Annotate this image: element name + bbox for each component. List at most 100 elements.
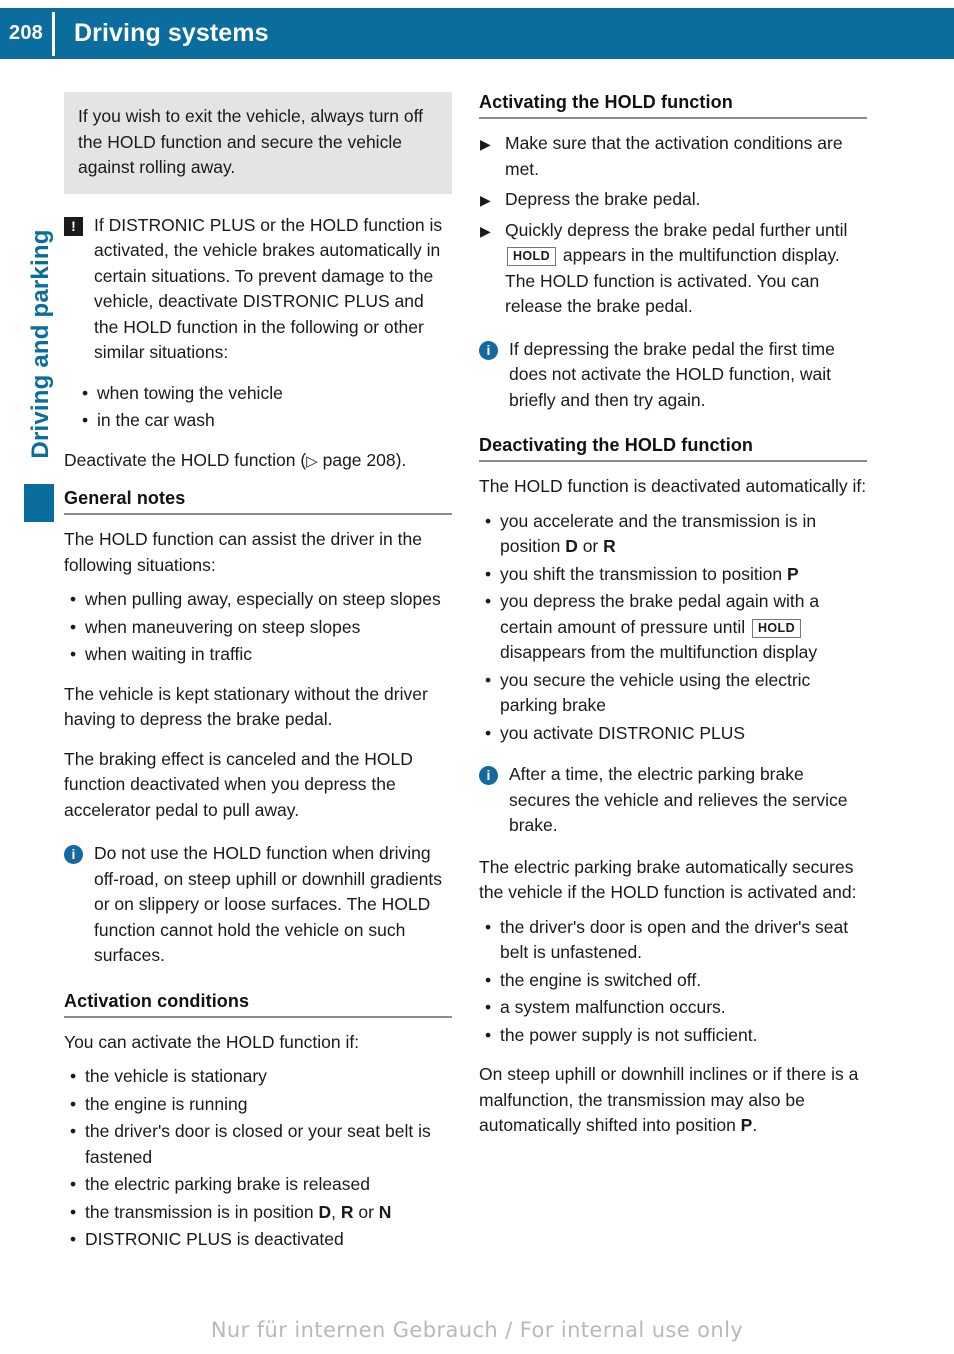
bullet-icon: • <box>485 591 492 611</box>
step-arrow-icon: ▶ <box>480 222 491 239</box>
list-item-label: when pulling away, especially on steep s… <box>85 589 441 609</box>
section-heading-rule <box>64 513 452 515</box>
bullet-icon: • <box>70 1201 77 1222</box>
list-item-label: you shift the transmission to position <box>500 563 787 584</box>
bullet-icon: • <box>82 410 89 430</box>
footer-watermark: Nur für internen Gebrauch / For internal… <box>210 1318 744 1342</box>
list-item: ▶ Quickly depress the brake pedal furthe… <box>479 218 867 320</box>
bullet-icon: • <box>82 382 89 403</box>
gear-separator: or <box>353 1201 379 1222</box>
page-header: 208 Driving systems <box>0 8 954 59</box>
list-item: • the engine is switched off. <box>479 968 867 994</box>
list-item-label: the engine is running <box>85 1093 248 1114</box>
list-item-label: when towing the vehicle <box>97 382 283 403</box>
bullet-icon: • <box>485 916 492 937</box>
pageref-prefix: Deactivate the HOLD function ( <box>64 449 307 470</box>
bullet-icon: • <box>70 616 77 637</box>
chapter-side-tab-marker <box>24 484 54 522</box>
list-item: • the driver's door is closed or your sea… <box>64 1119 452 1170</box>
section-heading-activation-conditions: Activation conditions <box>64 990 250 1011</box>
activating-steps-list: ▶ Make sure that the activation condition… <box>479 131 867 320</box>
closing-text-before: On steep uphill or downhill inclines or … <box>479 1064 859 1135</box>
list-item-label: the engine is switched off. <box>500 969 702 990</box>
list-item: • when waiting in traffic <box>64 642 452 668</box>
list-item: • you secure the vehicle using the electr… <box>479 668 867 719</box>
bullet-icon: • <box>70 1066 77 1086</box>
page-title: Driving systems <box>74 19 269 47</box>
section-heading-deactivating-hold: Deactivating the HOLD function <box>479 435 754 455</box>
list-item: • the power supply is not sufficient. <box>479 1023 867 1049</box>
general-notes-intro: The HOLD function can assist the driver … <box>64 529 422 575</box>
list-item-label: in the car wash <box>97 410 215 430</box>
step-arrow-icon: ▶ <box>480 192 491 208</box>
bullet-icon: • <box>485 997 492 1017</box>
list-item: ▶ Make sure that the activation condition… <box>479 131 867 182</box>
gear-position-p: P <box>740 1115 753 1135</box>
list-item: • you depress the brake pedal again with … <box>479 589 867 666</box>
section-heading-rule <box>479 117 867 119</box>
activating-info-note: i If depressing the brake pedal the firs… <box>479 337 867 414</box>
list-item-label: Depress the brake pedal. <box>505 189 701 209</box>
bullet-icon: • <box>485 1024 492 1045</box>
activating-info-text: If depressing the brake pedal the first … <box>509 338 835 410</box>
closing-paragraph: On steep uphill or downhill inclines or … <box>479 1062 867 1139</box>
section-heading-rule <box>64 1015 452 1018</box>
list-item: • the transmission is in position D, R or… <box>64 1200 452 1226</box>
caution-note-text: If DISTRONIC PLUS or the HOLD function i… <box>94 214 443 363</box>
gear-separator: or <box>577 536 604 556</box>
step-text-before: Quickly depress the brake pedal further … <box>505 219 848 240</box>
gear-separator: , <box>331 1201 341 1222</box>
deactivating-conditions-list: • you accelerate and the transmission is … <box>479 509 867 747</box>
warning-callout-text: If you wish to exit the vehicle, always … <box>78 106 423 177</box>
general-notes-paragraph-2: The braking effect is canceled and the H… <box>64 748 413 820</box>
list-item: • the engine is running <box>64 1092 452 1118</box>
closing-text-after: . <box>752 1115 758 1135</box>
section-heading-rule <box>479 460 867 462</box>
activation-conditions-list: • the vehicle is stationary • the engine i… <box>64 1064 452 1253</box>
info-circle-icon: i <box>64 845 83 864</box>
gear-position-d: D <box>318 1201 332 1222</box>
list-item-label: Make sure that the activation conditions… <box>505 133 843 179</box>
bullet-icon: • <box>70 1229 77 1249</box>
gear-position-r: R <box>340 1201 354 1222</box>
list-item: • when maneuvering on steep slopes <box>64 615 452 641</box>
deactivate-page-reference: Deactivate the HOLD function (▷ page 208… <box>64 448 452 475</box>
step-text-after: appears in the multifunction display. <box>558 245 840 265</box>
epb-paragraph: The electric parking brake automatically… <box>479 856 857 903</box>
list-item-label: you secure the vehicle using the electri… <box>500 669 811 716</box>
bullet-icon: • <box>70 1121 77 1141</box>
list-item: • the vehicle is stationary <box>64 1064 452 1090</box>
list-item: • you shift the transmission to position … <box>479 562 867 588</box>
list-item: • in the car wash <box>76 408 452 434</box>
hold-display-label: HOLD <box>752 618 802 638</box>
section-heading-general-notes: General notes <box>64 488 186 508</box>
info-circle-icon: i <box>479 766 498 785</box>
list-item-label: the transmission is in position <box>85 1201 319 1222</box>
activation-conditions-intro: You can activate the HOLD function if: <box>64 1031 360 1052</box>
list-item-label: when waiting in traffic <box>85 644 252 664</box>
gear-position-r: R <box>603 536 616 556</box>
list-item: ▶ Depress the brake pedal. <box>479 187 867 213</box>
list-item: • when towing the vehicle <box>76 381 452 407</box>
list-item: • a system malfunction occurs. <box>479 995 867 1021</box>
list-item: • the electric parking brake is released <box>64 1172 452 1198</box>
hold-display-label: HOLD <box>507 247 557 266</box>
chapter-side-tab-label: Driving and parking <box>27 229 54 459</box>
bullet-icon: • <box>485 510 492 531</box>
info-circle-icon: i <box>479 340 498 360</box>
gear-position-n: N <box>378 1201 392 1222</box>
list-item-label: the vehicle is stationary <box>85 1066 267 1086</box>
step-sub-text: The HOLD function is activated. You can … <box>505 270 820 317</box>
left-column: If you wish to exit the vehicle, always … <box>64 92 452 1267</box>
bullet-icon: • <box>485 969 492 990</box>
gear-position-d: D <box>565 536 578 556</box>
list-item-label: the electric parking brake is released <box>85 1174 371 1194</box>
bullet-icon: • <box>70 1174 77 1194</box>
list-item-label: the driver's door is closed or your seat… <box>85 1121 431 1167</box>
list-item-label: when maneuvering on steep slopes <box>85 616 361 637</box>
general-notes-info-note: i Do not use the HOLD function when driv… <box>64 841 452 969</box>
warning-callout-box: If you wish to exit the vehicle, always … <box>64 92 452 194</box>
general-notes-paragraph-1: The vehicle is kept stationary without t… <box>64 683 428 730</box>
bullet-icon: • <box>70 1093 77 1114</box>
bullet-icon: • <box>70 589 77 609</box>
